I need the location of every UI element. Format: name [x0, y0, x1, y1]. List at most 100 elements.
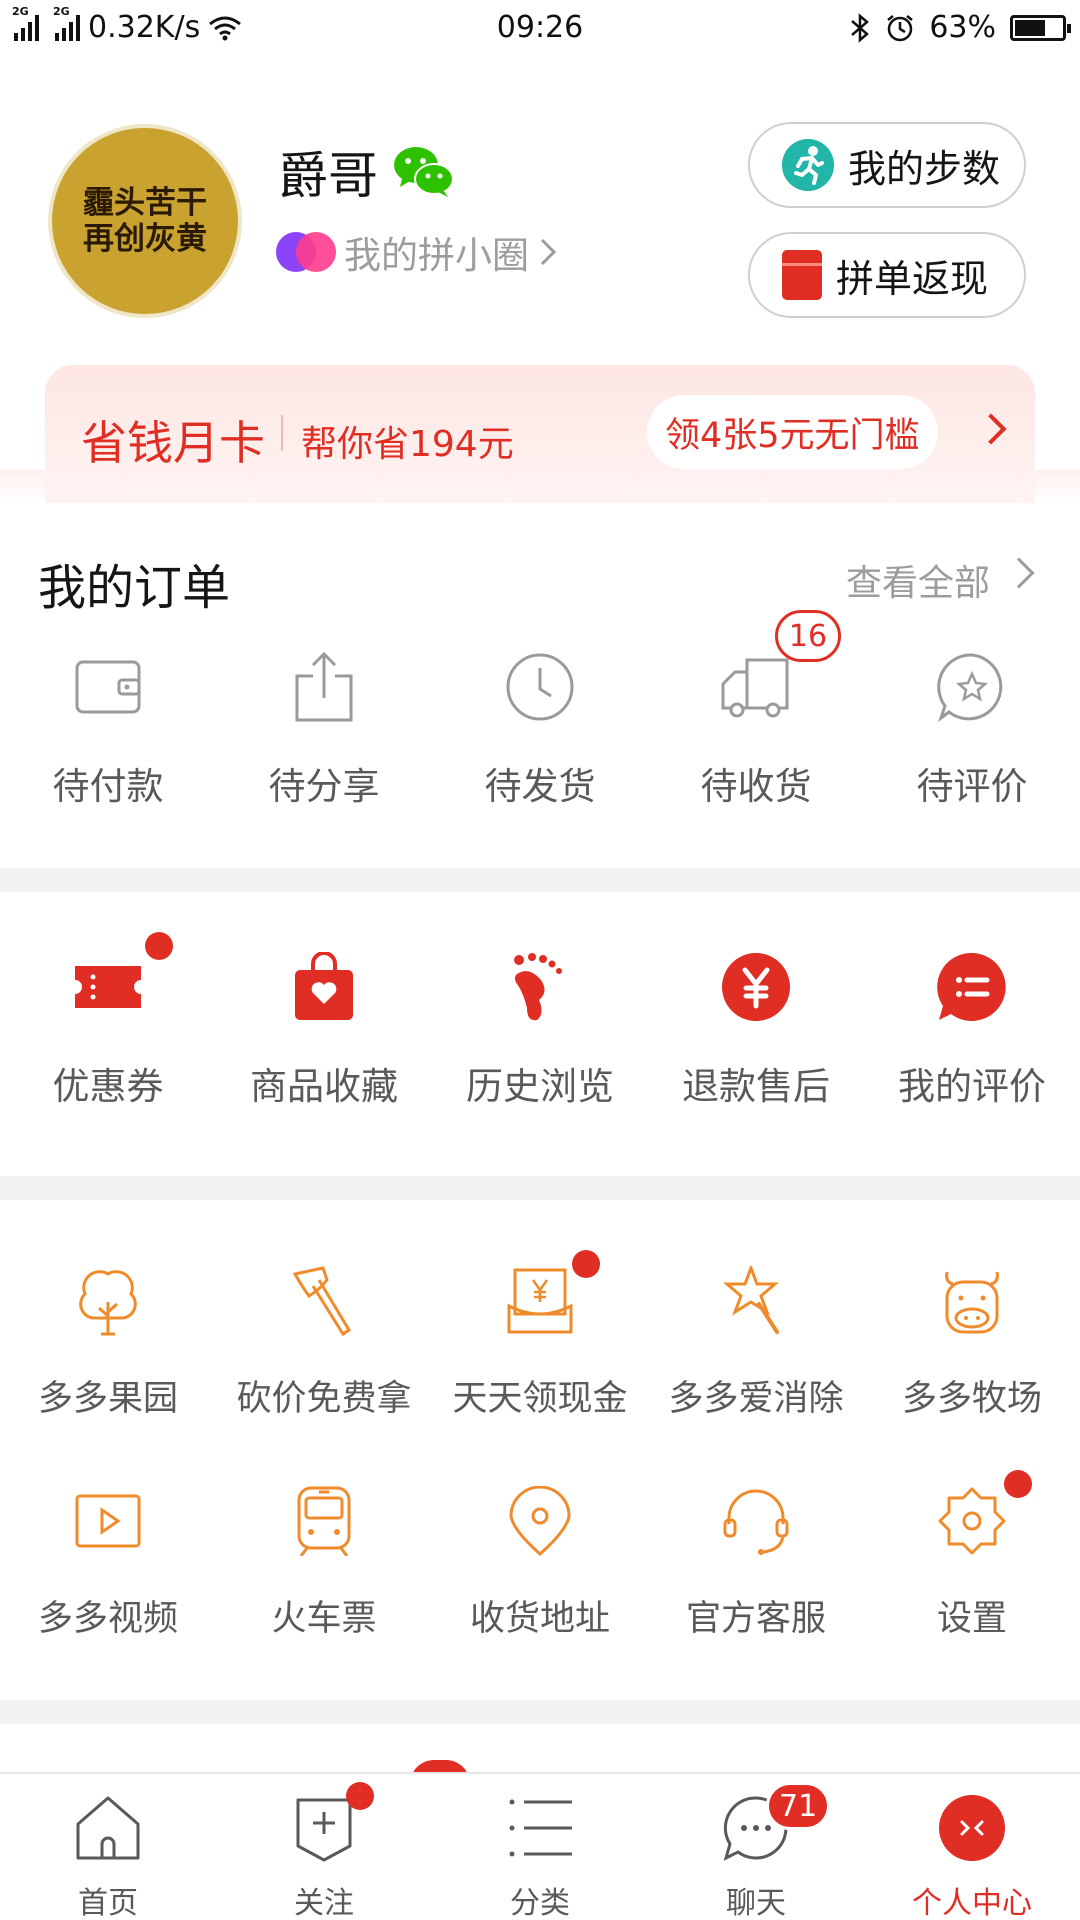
coupon-offer-button[interactable]: 领4张5元无门槛 [647, 395, 938, 469]
customer-service-entry[interactable]: 官方客服 [648, 1486, 864, 1666]
order-label: 待分享 [268, 765, 380, 808]
settings-new-dot [1004, 1470, 1032, 1498]
my-steps-label: 我的步数 [848, 146, 1001, 191]
order-pending-review[interactable]: 待评价 [864, 652, 1080, 832]
service-label: 多多果园 [37, 1379, 178, 1419]
order-label: 待收货 [700, 765, 812, 808]
chevron-right-icon [975, 413, 1007, 445]
savings-card-title: 省钱月卡 [81, 416, 265, 470]
tab-chat[interactable]: 聊天 [648, 1774, 864, 1920]
order-label: 待评价 [916, 765, 1028, 808]
tool-label: 商品收藏 [250, 1065, 398, 1108]
avatar-text: 霾头苦干 再创灰黄 [83, 185, 207, 257]
tab-home[interactable]: 首页 [0, 1774, 216, 1920]
service-label: 设置 [936, 1599, 1007, 1639]
review-icon [937, 653, 1003, 722]
favorite-bag-icon [295, 952, 353, 1020]
tool-label: 历史浏览 [466, 1065, 614, 1108]
section-divider [0, 1176, 1080, 1200]
order-pending-share[interactable]: 待分享 [216, 652, 432, 832]
order-pending-payment[interactable]: 待付款 [0, 652, 216, 832]
coupon-icon [75, 966, 141, 1008]
view-all-orders-link[interactable]: 查看全部 [846, 554, 990, 606]
divider [281, 415, 283, 451]
wechat-icon [394, 147, 454, 197]
train-icon [297, 1486, 351, 1556]
battery-percent: 63% [929, 10, 996, 45]
service-label: 砍价免费拿 [236, 1379, 412, 1419]
service-label: 多多爱消除 [668, 1379, 844, 1419]
chat-unread-badge: 71 [766, 1782, 831, 1830]
axe-icon [292, 1266, 352, 1336]
my-steps-button[interactable]: 我的步数 [748, 122, 1026, 208]
bargain-entry[interactable]: 砍价免费拿 [216, 1266, 432, 1446]
star-wand-icon [722, 1266, 780, 1334]
saved-amount: 帮你省194元 [301, 424, 514, 465]
train-ticket-entry[interactable]: 火车票 [216, 1486, 432, 1666]
refund-icon [722, 953, 790, 1021]
tab-label: 关注 [294, 1886, 354, 1920]
order-pending-receipt[interactable]: 待收货 [648, 652, 864, 832]
service-label: 多多视频 [37, 1599, 178, 1639]
chevron-right-icon [540, 238, 557, 266]
cash-envelope-icon [507, 1268, 573, 1334]
my-reviews-entry[interactable]: 我的评价 [864, 952, 1080, 1132]
profile-icon [939, 1795, 1005, 1861]
favorites-entry[interactable]: 商品收藏 [216, 952, 432, 1132]
tool-label: 退款售后 [682, 1065, 830, 1108]
alarm-icon [887, 14, 914, 41]
orchard-entry[interactable]: 多多果园 [0, 1266, 216, 1446]
service-label: 多多牧场 [901, 1379, 1042, 1419]
ranch-entry[interactable]: 多多牧场 [864, 1266, 1080, 1446]
follow-new-dot [346, 1782, 374, 1810]
status-bar: 2G 2G 0.32K/s 09:26 63% [0, 0, 1080, 58]
bottom-tab-bar: 首页 关注 分类 聊天 个人中心 [0, 1772, 1080, 1920]
daily-cash-new-dot [572, 1250, 600, 1278]
video-entry[interactable]: 多多视频 [0, 1486, 216, 1666]
order-pending-shipment[interactable]: 待发货 [432, 652, 648, 832]
services-row-2: 多多视频 火车票 收货地址 官方客服 设置 [0, 1486, 1080, 1666]
match-game-entry[interactable]: 多多爱消除 [648, 1266, 864, 1446]
user-nickname[interactable]: 爵哥 [278, 136, 456, 208]
daily-cash-entry[interactable]: 天天领现金 [432, 1266, 648, 1446]
battery-icon [1010, 14, 1071, 41]
order-label: 待发货 [484, 765, 596, 808]
tab-label: 分类 [510, 1886, 570, 1920]
chevron-right-icon [1003, 557, 1035, 589]
settings-icon [938, 1487, 1006, 1555]
coupon-new-dot [145, 932, 173, 960]
tree-icon [79, 1270, 137, 1336]
pin-circle-link[interactable]: 我的拼小圈 [276, 225, 557, 279]
tab-category[interactable]: 分类 [432, 1774, 648, 1920]
order-label: 待付款 [52, 765, 164, 808]
running-icon [782, 139, 834, 191]
services-row-1: 多多果园 砍价免费拿 天天领现金 多多爱消除 多多牧场 [0, 1266, 1080, 1446]
tab-follow[interactable]: 关注 [216, 1774, 432, 1920]
headset-icon [723, 1489, 789, 1555]
pin-circle-label: 我的拼小圈 [344, 234, 529, 277]
cow-icon [945, 1271, 999, 1334]
tab-profile[interactable]: 个人中心 [864, 1774, 1080, 1920]
comment-icon [937, 952, 1006, 1021]
avatar[interactable]: 霾头苦干 再创灰黄 [48, 124, 242, 318]
red-packet-icon [782, 250, 822, 300]
orders-title: 我的订单 [38, 560, 231, 616]
section-divider [0, 868, 1080, 892]
settings-entry[interactable]: 设置 [864, 1486, 1080, 1666]
history-entry[interactable]: 历史浏览 [432, 952, 648, 1132]
cashback-button[interactable]: 拼单返现 [748, 232, 1026, 318]
service-label: 官方客服 [685, 1599, 826, 1639]
location-icon [509, 1486, 571, 1556]
pin-circle-icon [276, 232, 336, 272]
section-divider [0, 1700, 1080, 1724]
coupons-entry[interactable]: 优惠券 [0, 952, 216, 1132]
bluetooth-icon [851, 12, 870, 43]
savings-card-banner[interactable]: 省钱月卡 帮你省194元 领4张5元无门槛 [45, 365, 1035, 503]
nickname-text: 爵哥 [278, 147, 378, 205]
address-entry[interactable]: 收货地址 [432, 1486, 648, 1666]
refund-entry[interactable]: 退款售后 [648, 952, 864, 1132]
home-icon [76, 1796, 140, 1860]
cashback-label: 拼单返现 [836, 256, 989, 301]
tool-label: 我的评价 [898, 1065, 1046, 1108]
pending-receipt-count-badge: 16 [775, 610, 841, 662]
